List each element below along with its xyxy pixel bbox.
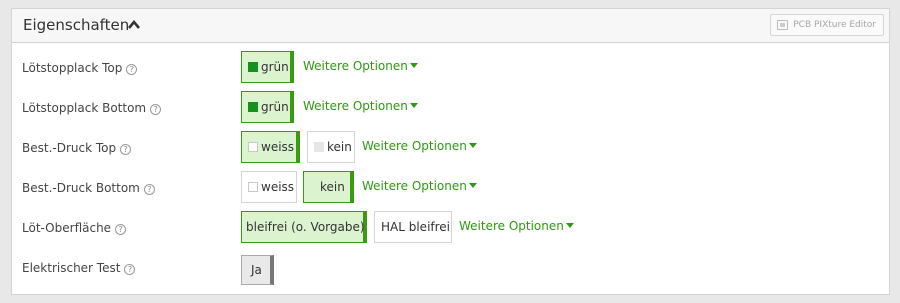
option-weiss[interactable]: weiss <box>241 171 297 203</box>
option-label: grün <box>261 60 289 74</box>
pcb-pixture-editor-button[interactable]: PCB PIXture Editor <box>770 14 884 36</box>
option-label: grün <box>261 100 289 114</box>
row-elektrischer-test: Elektrischer Test? Ja <box>12 255 889 289</box>
row-best-druck-top: Best.-Druck Top? weiss kein Weitere Opti… <box>12 131 889 165</box>
option-weiss[interactable]: weiss <box>241 131 300 163</box>
row-label: Elektrischer Test <box>22 261 121 275</box>
help-icon[interactable]: ? <box>120 144 132 155</box>
caret-down-icon <box>409 103 418 108</box>
panel-header: Eigenschaften PCB PIXture Editor <box>12 9 889 43</box>
color-swatch-icon <box>248 62 258 72</box>
editor-button-label: PCB PIXture Editor <box>793 20 876 30</box>
option-label: kein <box>327 140 352 154</box>
row-loet-oberflaeche: Löt-Oberfläche? bleifrei (o. Vorgabe) HA… <box>12 211 889 245</box>
row-label: Best.-Druck Top <box>22 141 117 155</box>
option-label: bleifrei (o. Vorgabe) <box>246 220 365 234</box>
caret-down-icon <box>409 63 418 68</box>
option-label: HAL bleifrei <box>381 220 451 234</box>
row-label: Lötstopplack Bottom <box>22 101 147 115</box>
option-label: weiss <box>261 180 295 194</box>
more-options-link[interactable]: Weitere Optionen <box>362 139 477 153</box>
option-gruen[interactable]: grün <box>241 51 294 83</box>
row-loetstopplack-top: Lötstopplack Top? grün Weitere Optionen <box>12 51 889 85</box>
image-icon <box>777 20 789 30</box>
more-options-link[interactable]: Weitere Optionen <box>303 59 418 73</box>
row-label: Best.-Druck Bottom <box>22 181 140 195</box>
row-label: Lötstopplack Top <box>22 61 123 75</box>
caret-down-icon <box>565 223 574 228</box>
row-loetstopplack-bottom: Lötstopplack Bottom? grün Weitere Option… <box>12 91 889 125</box>
option-gruen[interactable]: grün <box>241 91 294 123</box>
color-swatch-icon <box>248 102 258 112</box>
option-label: weiss <box>261 140 295 154</box>
option-label: Ja <box>251 263 262 277</box>
help-icon[interactable]: ? <box>150 104 162 115</box>
help-icon[interactable]: ? <box>143 184 155 195</box>
help-icon[interactable]: ? <box>126 64 138 75</box>
help-icon[interactable]: ? <box>115 224 127 235</box>
more-options-link[interactable]: Weitere Optionen <box>303 99 418 113</box>
option-ja[interactable]: Ja <box>241 255 274 285</box>
option-kein[interactable]: kein <box>307 131 355 163</box>
help-icon[interactable]: ? <box>124 264 136 275</box>
more-options-link[interactable]: Weitere Optionen <box>362 179 477 193</box>
option-kein[interactable]: kein <box>303 171 354 203</box>
option-label: kein <box>320 180 345 194</box>
option-bleifrei[interactable]: bleifrei (o. Vorgabe) <box>241 211 367 243</box>
caret-down-icon <box>468 183 477 188</box>
color-swatch-icon <box>314 142 324 152</box>
color-swatch-icon <box>248 182 258 192</box>
panel-title: Eigenschaften <box>23 16 130 34</box>
more-options-link[interactable]: Weitere Optionen <box>459 219 574 233</box>
chevron-up-icon[interactable] <box>127 18 141 32</box>
color-swatch-icon <box>248 142 258 152</box>
row-label: Löt-Oberfläche <box>22 221 112 235</box>
caret-down-icon <box>468 143 477 148</box>
properties-panel: Eigenschaften PCB PIXture Editor Lötstop… <box>11 8 890 295</box>
option-hal-bleifrei[interactable]: HAL bleifrei <box>374 211 452 243</box>
row-best-druck-bottom: Best.-Druck Bottom? weiss kein Weitere O… <box>12 171 889 205</box>
